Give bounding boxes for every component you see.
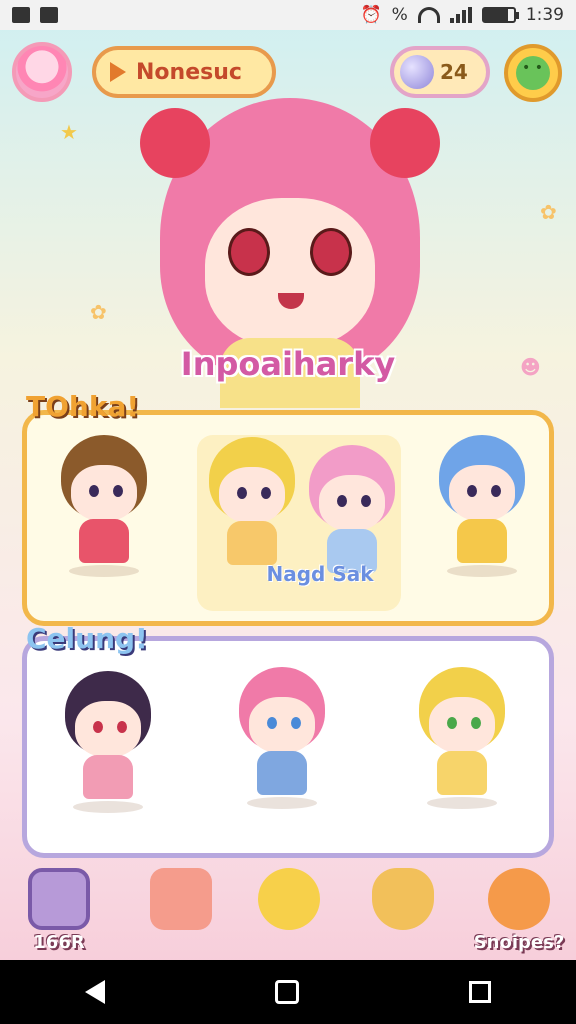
play-icon (110, 62, 126, 82)
battery-percent-text: % (391, 5, 408, 25)
gem-orb-icon (400, 55, 434, 89)
hero-hair-bun-left (140, 108, 210, 178)
smiley-icon (516, 56, 550, 90)
character-body (257, 751, 307, 795)
system-nav-bar (0, 960, 576, 1024)
wifi-icon (417, 7, 440, 23)
character-body (79, 519, 129, 563)
hero-face (205, 198, 375, 348)
character-face (219, 467, 285, 523)
character-face (75, 701, 141, 757)
character-shadow (247, 797, 317, 809)
back-icon[interactable] (85, 980, 105, 1004)
hat-icon (372, 868, 434, 930)
character-panel-1 (22, 410, 554, 626)
hat-button[interactable] (358, 862, 448, 960)
clock: 1:39 (525, 5, 564, 25)
character-body (83, 755, 133, 799)
character-panel-2 (22, 636, 554, 858)
character-eye (447, 717, 457, 729)
character-eye (337, 495, 347, 507)
app-notification-icon (40, 7, 58, 23)
character-face (249, 697, 315, 753)
character-eye (113, 485, 123, 497)
player-avatar[interactable] (12, 42, 72, 102)
featured-label: Nagd Sak (266, 562, 374, 586)
quest-label: Nonesuc (136, 59, 242, 85)
cat-sticker-icon: ☻ (520, 355, 541, 379)
character-eye (93, 721, 103, 733)
tv-icon (28, 868, 90, 930)
panel-1-title: TOhka! (26, 390, 140, 423)
character-eye (291, 717, 301, 729)
hero-name: Inpoaiharky (180, 345, 396, 383)
hero-hair-bun-right (370, 108, 440, 178)
character-shadow (69, 565, 139, 577)
bottom-dock: 166R Snoipes? (0, 862, 576, 960)
currency-value: 24 (440, 60, 468, 84)
battery-icon (481, 7, 519, 23)
character-eye (237, 487, 247, 499)
home-icon[interactable] (275, 980, 299, 1004)
egg-button[interactable] (244, 862, 334, 960)
star-icon: ✿ (540, 200, 557, 224)
dock-label: 166R (33, 932, 85, 953)
character-eye (467, 485, 477, 497)
character-eye (267, 717, 277, 729)
snipes-button[interactable]: Snoipes? (474, 862, 564, 960)
character-face (319, 475, 385, 531)
panel-2-title: Celung! (26, 622, 148, 655)
character-body (457, 519, 507, 563)
character-face (71, 465, 137, 521)
character-shadow (73, 801, 143, 813)
star-icon: ✿ (90, 300, 107, 324)
cup-icon (150, 868, 212, 930)
signal-icon (449, 7, 472, 23)
character-body (437, 751, 487, 795)
hero-eye-right (310, 228, 352, 276)
character-eye (261, 487, 271, 499)
shop-cup-button[interactable] (136, 862, 226, 960)
star-icon: ★ (60, 120, 78, 144)
character-face (429, 697, 495, 753)
egg-icon (258, 868, 320, 930)
status-bar: ⏰ % 1:39 (0, 0, 576, 30)
alarm-icon: ⏰ (360, 5, 382, 25)
character-eye (117, 721, 127, 733)
character-eye (491, 485, 501, 497)
battery-level (483, 9, 508, 21)
character-shadow (447, 565, 517, 577)
character-eye (361, 495, 371, 507)
hero-eye-left (228, 228, 270, 276)
tv-button[interactable]: 166R (14, 862, 104, 960)
character-eye (471, 717, 481, 729)
gallery-notification-icon (12, 7, 30, 23)
dock-label: Snoipes? (473, 932, 565, 953)
character-face (449, 465, 515, 521)
character-eye (89, 485, 99, 497)
emote-button[interactable] (504, 44, 562, 102)
recents-icon[interactable] (469, 981, 491, 1003)
bear-icon (488, 868, 550, 930)
character-shadow (427, 797, 497, 809)
